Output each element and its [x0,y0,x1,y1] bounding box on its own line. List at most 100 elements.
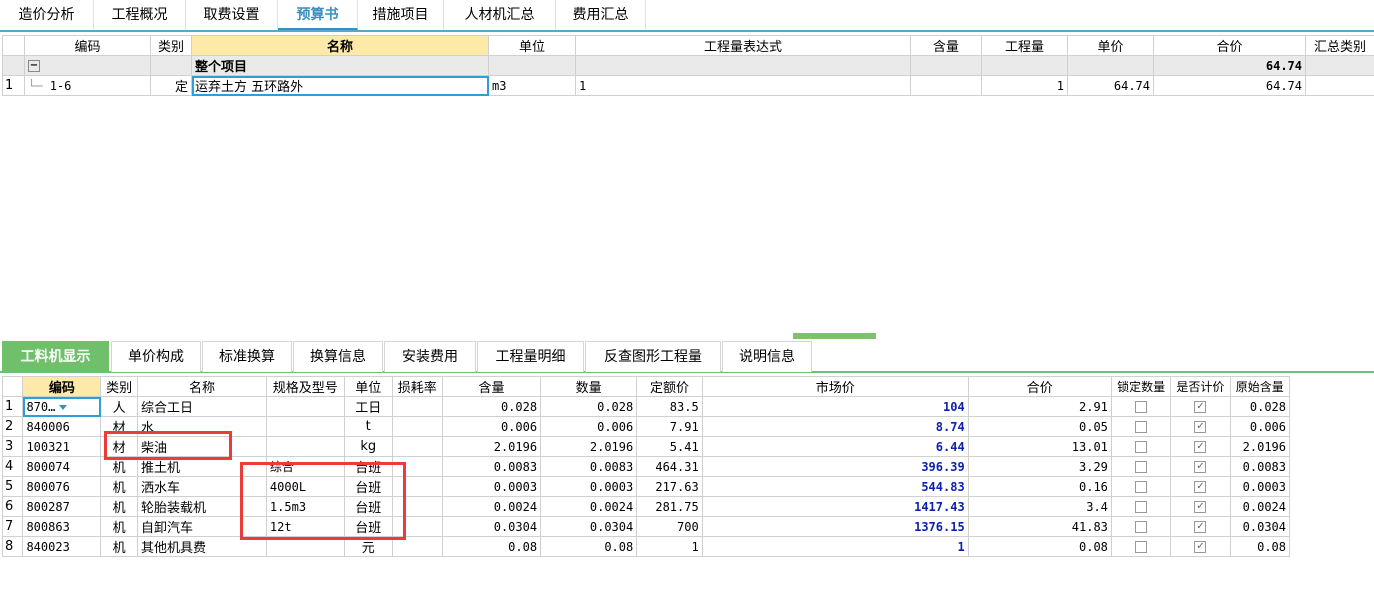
row-loss-rate[interactable] [391,456,443,477]
row-loss-rate[interactable] [391,476,443,497]
row-content[interactable]: 0.0003 [441,476,542,497]
row-summary-category[interactable] [1305,75,1374,96]
row-unit[interactable]: 台班 [343,516,393,537]
row-code[interactable]: 800074 [22,456,102,477]
checkbox-unchecked[interactable] [1135,520,1148,533]
row-quota-price[interactable]: 1 [636,536,703,557]
row-type[interactable]: 机 [100,476,139,497]
row-type[interactable]: 人 [100,396,139,417]
row-name[interactable]: 推土机 [137,456,267,477]
row-original-content[interactable]: 0.006 [1229,416,1291,437]
row-original-content[interactable]: 2.0196 [1229,436,1291,457]
row-market-price[interactable]: 104 [701,396,969,417]
row-lock-quantity[interactable] [1110,536,1172,557]
row-quantity[interactable]: 0.08 [540,536,638,557]
row-quantity[interactable]: 2.0196 [540,436,638,457]
mheader-total[interactable]: 合价 [967,376,1112,397]
mheader-original-content[interactable]: 原始含量 [1229,376,1291,397]
row-quota-price[interactable]: 5.41 [636,436,703,457]
row-expression[interactable]: 1 [575,75,911,96]
collapse-icon[interactable]: − [28,59,40,72]
row-content[interactable]: 2.0196 [441,436,542,457]
mheader-name[interactable]: 名称 [137,376,267,397]
tab-standard-conversion[interactable]: 标准换算 [202,341,292,372]
row-code[interactable]: 870… [22,396,102,417]
row-name[interactable]: 运弃土方 五环路外 [191,75,489,96]
row-market-price[interactable]: 6.44 [701,436,969,457]
row-original-content[interactable]: 0.0024 [1229,496,1291,517]
row-name[interactable]: 综合工日 [137,396,267,417]
header-name[interactable]: 名称 [191,35,489,56]
header-content[interactable]: 含量 [910,35,982,56]
table-row[interactable]: 1 └─ 1-6 定 运弃土方 五环路外 m3 1 1 64.74 64.74 [2,75,1374,96]
row-quantity[interactable]: 0.0083 [540,456,638,477]
tab-labor-material-display[interactable]: 工料机显示 [2,341,109,372]
row-name[interactable]: 柴油 [137,436,267,457]
checkbox-unchecked[interactable] [1135,480,1148,493]
tab-project-overview[interactable]: 工程概况 [94,0,186,30]
row-name[interactable]: 其他机具费 [137,536,267,557]
row-spec[interactable] [265,536,345,557]
row-loss-rate[interactable] [391,536,443,557]
tab-quantity-details[interactable]: 工程量明细 [477,341,584,372]
checkbox-unchecked[interactable] [1135,460,1148,473]
row-lock-quantity[interactable] [1110,476,1172,497]
row-spec[interactable] [265,416,345,437]
row-is-priced[interactable]: ✓ [1170,476,1231,497]
row-name[interactable]: 洒水车 [137,476,267,497]
tab-unit-price-composition[interactable]: 单价构成 [111,341,201,372]
row-loss-rate[interactable] [391,396,443,417]
row-quota-price[interactable]: 217.63 [636,476,703,497]
row-content[interactable]: 0.0024 [441,496,542,517]
row-quota-price[interactable]: 83.5 [636,396,703,417]
row-content[interactable]: 0.08 [441,536,542,557]
row-code[interactable]: 840006 [22,416,102,437]
mheader-is-priced[interactable]: 是否计价 [1170,376,1231,397]
header-total[interactable]: 合价 [1153,35,1306,56]
row-is-priced[interactable]: ✓ [1170,516,1231,537]
checkbox-unchecked[interactable] [1135,420,1148,433]
tab-measures[interactable]: 措施项目 [358,0,444,30]
row-quantity[interactable]: 0.028 [540,396,638,417]
header-unit[interactable]: 单位 [488,35,576,56]
row-is-priced[interactable]: ✓ [1170,536,1231,557]
row-loss-rate[interactable] [391,496,443,517]
row-spec[interactable] [265,396,345,417]
row-market-price[interactable]: 544.83 [701,476,969,497]
row-unit[interactable]: 元 [343,536,393,557]
row-code[interactable]: 840023 [22,536,102,557]
row-quantity[interactable]: 0.0024 [540,496,638,517]
tab-budget-book[interactable]: 预算书 [278,0,358,30]
material-row[interactable]: 2 840006 材水 t 0.006 0.006 7.91 8.74 0.05 ✓ 0.006 [1,416,1291,437]
row-lock-quantity[interactable] [1110,456,1172,477]
checkbox-checked[interactable]: ✓ [1194,540,1207,553]
row-quota-price[interactable]: 7.91 [636,416,703,437]
row-lock-quantity[interactable] [1110,436,1172,457]
tab-description[interactable]: 说明信息 [722,341,812,372]
row-market-price[interactable]: 1417.43 [701,496,969,517]
material-row[interactable]: 1 870… 人综合工日 工日 0.028 0.028 83.5 104 2.91 ✓ 0.028 [1,396,1291,417]
row-market-price[interactable]: 396.39 [701,456,969,477]
row-code[interactable]: 800287 [22,496,102,517]
row-lock-quantity[interactable] [1110,496,1172,517]
checkbox-checked[interactable]: ✓ [1194,420,1207,433]
checkbox-unchecked[interactable] [1135,500,1148,513]
checkbox-checked[interactable]: ✓ [1194,520,1207,533]
header-expression[interactable]: 工程量表达式 [575,35,911,56]
row-spec[interactable]: 12t [265,516,345,537]
tab-reverse-graphic-quantity[interactable]: 反查图形工程量 [585,341,721,372]
row-unit-price[interactable]: 64.74 [1067,75,1154,96]
row-unit[interactable]: m3 [488,75,576,96]
row-name[interactable]: 自卸汽车 [137,516,267,537]
material-row[interactable]: 5 800076 机洒水车 4000L 台班 0.0003 0.0003 217.63 544.… [1,476,1291,497]
tab-install-fees[interactable]: 安装费用 [384,341,476,372]
row-market-price[interactable]: 8.74 [701,416,969,437]
tab-labor-material-summary[interactable]: 人材机汇总 [444,0,556,30]
checkbox-unchecked[interactable] [1135,400,1148,413]
mheader-code[interactable]: 编码 [22,376,102,397]
material-row[interactable]: 7 800863 机自卸汽车 12t 台班 0.0304 0.0304 700 1376.15 4… [1,516,1291,537]
row-quota-price[interactable]: 700 [636,516,703,537]
row-content[interactable]: 0.0083 [441,456,542,477]
material-row[interactable]: 3 100321 材柴油 kg 2.0196 2.0196 5.41 6.44 13.01 ✓ 2.… [1,436,1291,457]
header-unit-price[interactable]: 单价 [1067,35,1154,56]
